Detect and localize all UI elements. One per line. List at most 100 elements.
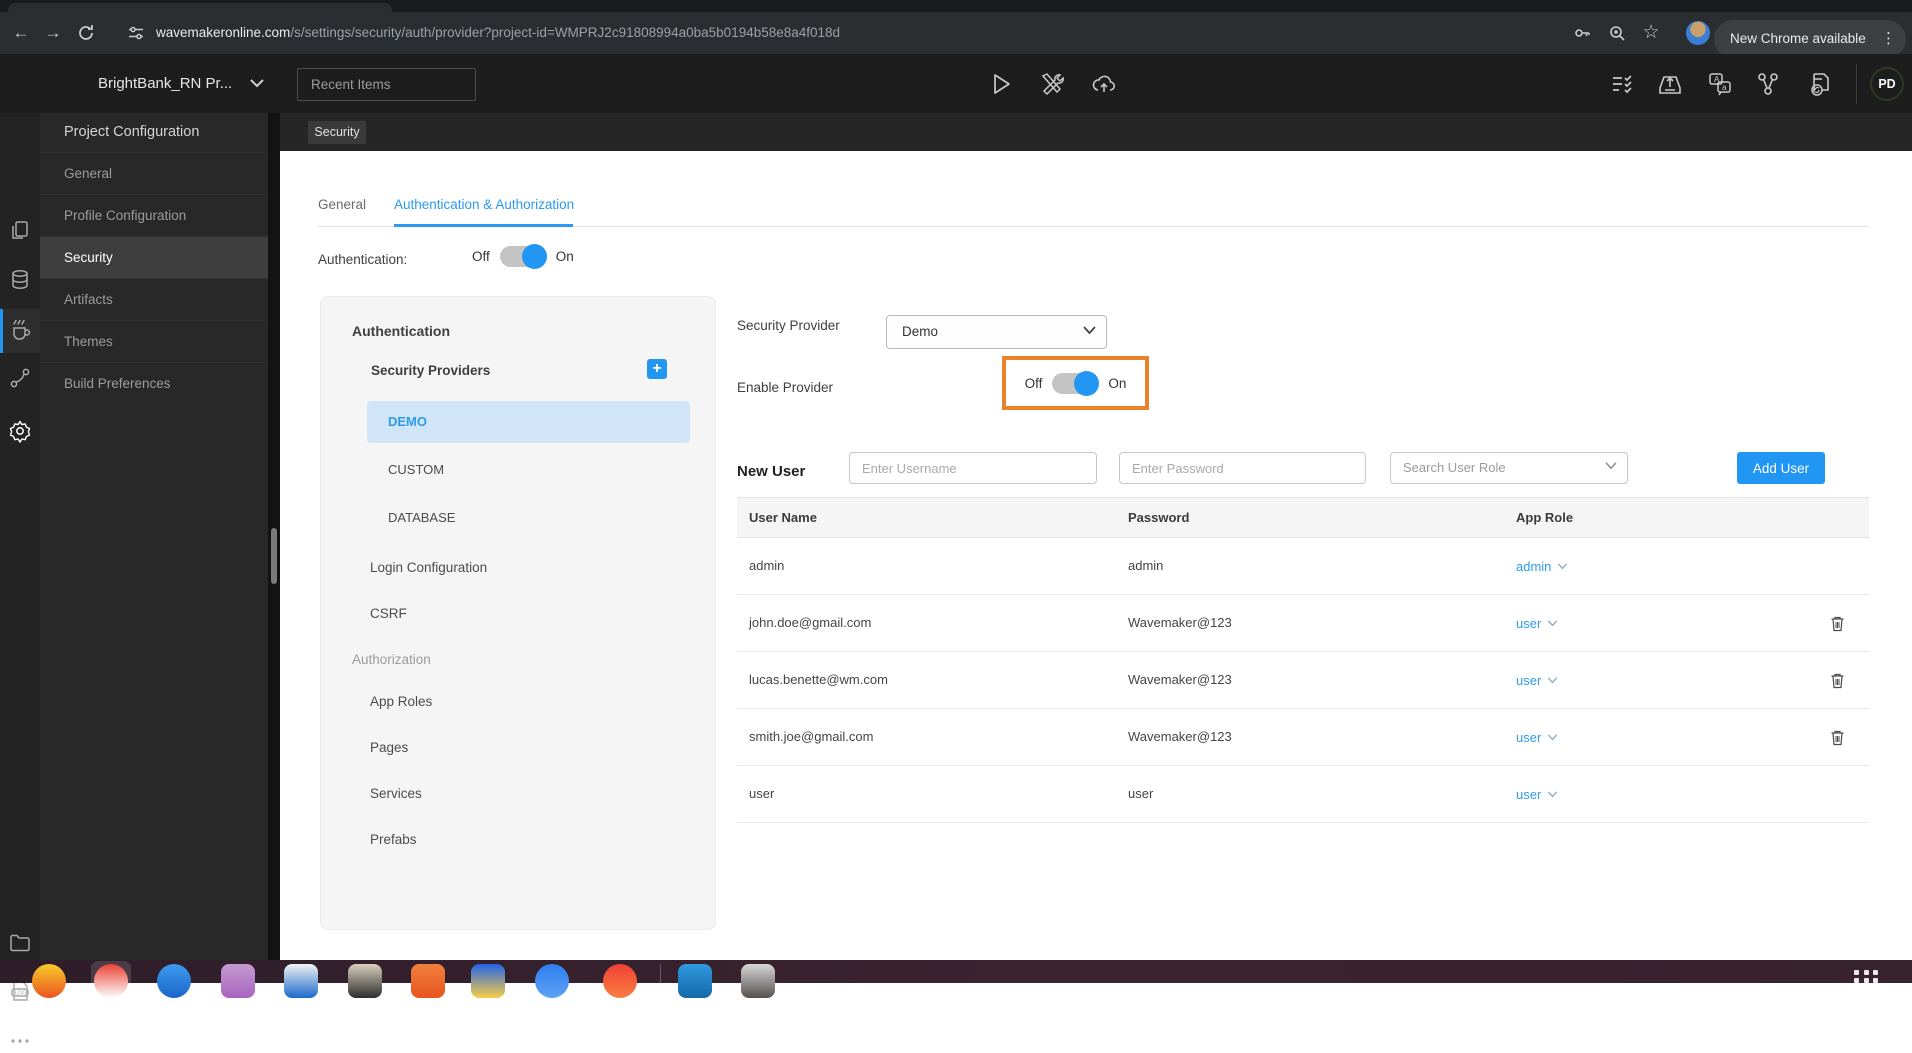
svg-text:LOG: LOG [15, 991, 27, 997]
more-ellipsis-icon[interactable] [8, 1029, 32, 1053]
user-role-select[interactable]: Search User Role [1390, 452, 1628, 484]
provider-database[interactable]: DATABASE [367, 497, 690, 539]
role-dropdown[interactable]: user [1516, 709, 1558, 766]
sidebar-item-build-preferences[interactable]: Build Preferences [40, 362, 268, 404]
security-provider-select[interactable]: Demo [886, 315, 1107, 349]
nav-login-configuration[interactable]: Login Configuration [370, 545, 715, 591]
taskbar-app-code-editor-icon[interactable] [471, 964, 505, 998]
tab-authentication-authorization[interactable]: Authentication & Authorization [394, 197, 574, 212]
security-provider-label: Security Provider [737, 318, 840, 333]
taskbar-app-red-browser-icon[interactable] [603, 964, 637, 998]
role-chevron-down-icon[interactable] [1547, 791, 1558, 798]
provider-custom[interactable]: CUSTOM [367, 449, 690, 491]
nav-pages[interactable]: Pages [370, 725, 715, 771]
sidebar-item-artifacts[interactable]: Artifacts [40, 278, 268, 320]
os-taskbar [0, 960, 1912, 998]
role-dropdown[interactable]: user [1516, 766, 1558, 823]
browser-profile-avatar[interactable] [1686, 21, 1710, 45]
cell-password: Wavemaker@123 [1128, 729, 1232, 744]
forward-icon[interactable]: → [40, 12, 66, 54]
taskbar-app-terminal-icon[interactable] [741, 964, 775, 998]
editor-tab-strip: Security [280, 113, 1912, 151]
password-key-icon[interactable] [1572, 23, 1592, 43]
chevron-down-icon [1083, 326, 1096, 335]
taskbar-app-software-store-icon[interactable] [411, 964, 445, 998]
deploy-icon[interactable] [1656, 70, 1684, 98]
taskbar-app-camera-app-icon[interactable] [348, 964, 382, 998]
bookmark-star-icon[interactable]: ☆ [1638, 12, 1664, 54]
sidebar-item-general[interactable]: General [40, 152, 268, 194]
provider-demo[interactable]: DEMO [367, 401, 690, 443]
nav-csrf[interactable]: CSRF [370, 591, 715, 637]
apis-icon[interactable] [8, 366, 32, 390]
new-chrome-available-button[interactable]: New Chrome available ⋮ [1714, 20, 1906, 58]
nav-services[interactable]: Services [370, 771, 715, 817]
sidebar-item-profile-configuration[interactable]: Profile Configuration [40, 194, 268, 236]
project-configuration-sidebar: Project Configuration General Profile Con… [40, 113, 268, 960]
taskbar-app-thunderbird-icon[interactable] [157, 964, 191, 998]
pages-icon[interactable] [8, 219, 32, 243]
role-chevron-down-icon[interactable] [1547, 620, 1558, 627]
nav-security-providers[interactable]: Security Providers + [371, 359, 715, 391]
username-input[interactable] [849, 452, 1097, 484]
show-applications-icon[interactable] [1854, 970, 1880, 983]
role-chevron-down-icon[interactable] [1547, 734, 1558, 741]
delete-user-icon[interactable] [1829, 615, 1846, 632]
sidebar-item-themes[interactable]: Themes [40, 320, 268, 362]
taskbar-app-writer-doc-icon[interactable] [284, 964, 318, 998]
address-bar[interactable]: wavemakeronline.com/s/settings/security/… [156, 12, 840, 54]
project-chevron-down-icon[interactable] [250, 79, 264, 88]
enable-provider-toggle-switch[interactable] [1052, 370, 1100, 396]
taskbar-separator [660, 964, 661, 983]
enable-provider-label: Enable Provider [737, 380, 834, 395]
back-icon[interactable]: ← [8, 12, 34, 54]
checklist-icon[interactable] [1608, 70, 1636, 98]
authentication-toggle-switch[interactable] [499, 244, 547, 269]
project-name[interactable]: BrightBank_RN Pr... [98, 54, 232, 113]
version-branch-icon[interactable] [1754, 70, 1782, 98]
scrollbar-thumb[interactable] [271, 528, 277, 584]
nav-prefabs[interactable]: Prefabs [370, 817, 715, 863]
cloud-upload-icon[interactable] [1090, 70, 1118, 98]
browser-tab-strip [0, 0, 1912, 12]
translate-icon[interactable]: A a [1706, 70, 1734, 98]
delete-user-icon[interactable] [1829, 729, 1846, 746]
role-dropdown[interactable]: admin [1516, 538, 1568, 595]
site-settings-icon[interactable] [126, 23, 146, 43]
taskbar-app-flame-app-icon[interactable] [32, 964, 66, 998]
role-dropdown[interactable]: user [1516, 652, 1558, 709]
toggle-off-label: Off [1024, 375, 1043, 391]
new-user-label: New User [737, 463, 806, 480]
browser-active-tab[interactable] [8, 3, 392, 12]
taskbar-app-sail-app-icon[interactable] [678, 964, 712, 998]
add-provider-button[interactable]: + [647, 359, 667, 379]
tab-general[interactable]: General [318, 197, 366, 212]
header-separator [1856, 64, 1857, 104]
nav-app-roles[interactable]: App Roles [370, 679, 715, 725]
taskbar-app-chrome-icon[interactable] [94, 964, 128, 998]
cell-username: admin [749, 558, 785, 573]
run-app-icon[interactable] [986, 70, 1014, 98]
folder-icon[interactable] [8, 931, 32, 955]
file-sync-icon[interactable] [1806, 70, 1834, 98]
role-chevron-down-icon[interactable] [1547, 677, 1558, 684]
user-avatar[interactable]: PD [1870, 67, 1904, 101]
password-input[interactable] [1119, 452, 1366, 484]
recent-items-dropdown[interactable]: Recent Items [297, 68, 476, 101]
delete-user-icon[interactable] [1829, 672, 1846, 689]
role-dropdown[interactable]: user [1516, 595, 1558, 652]
taskbar-app-files-folder-icon[interactable] [221, 964, 255, 998]
zoom-icon[interactable] [1607, 23, 1627, 43]
role-chevron-down-icon[interactable] [1557, 563, 1568, 570]
table-header: User Name Password App Role [737, 497, 1869, 538]
add-user-button[interactable]: Add User [1737, 452, 1825, 484]
editor-tab-security[interactable]: Security [308, 121, 366, 144]
settings-gear-icon[interactable] [8, 419, 32, 443]
reload-icon[interactable] [76, 23, 96, 43]
build-tools-icon[interactable] [1038, 70, 1066, 98]
toggle-on-label: On [1108, 375, 1127, 391]
database-icon[interactable] [8, 268, 32, 292]
taskbar-app-help-app-icon[interactable] [535, 964, 569, 998]
browser-menu-icon[interactable]: ⋮ [1881, 20, 1896, 58]
sidebar-item-security[interactable]: Security [40, 236, 268, 278]
